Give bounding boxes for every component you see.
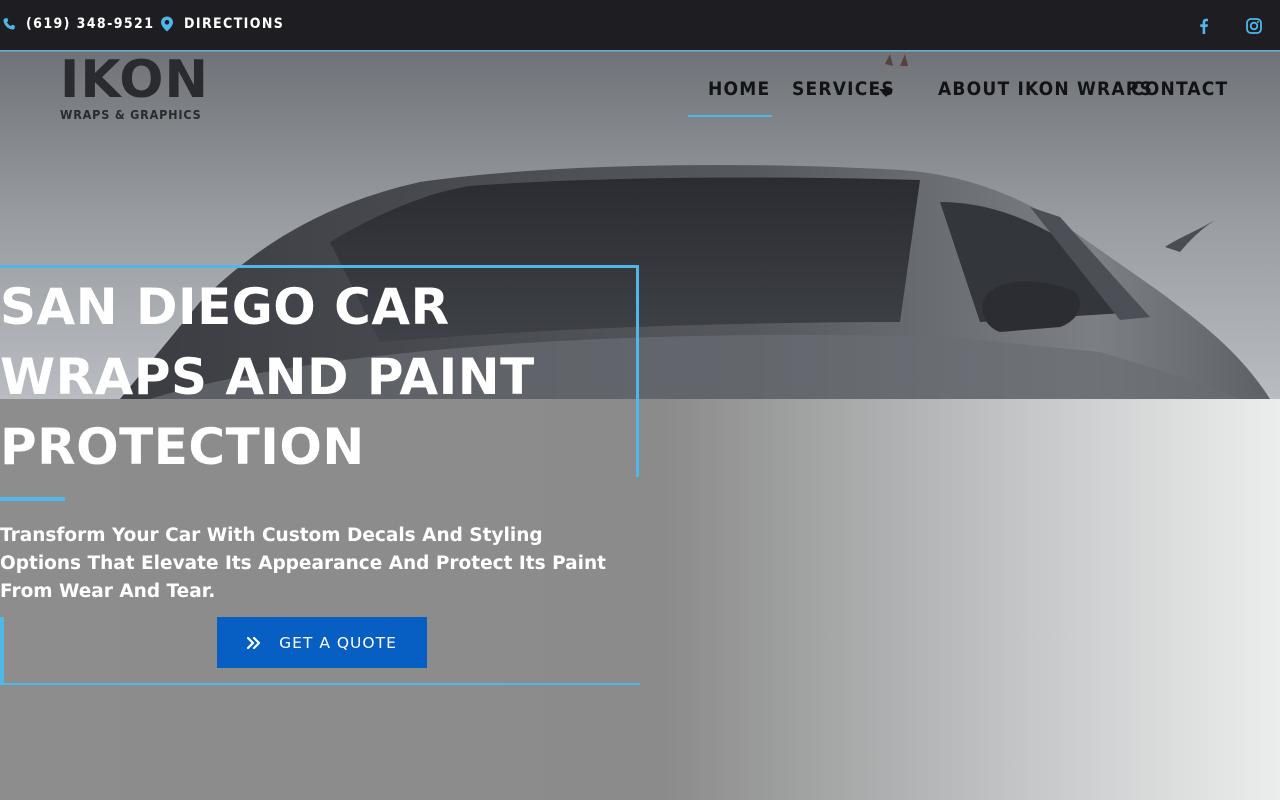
frame-left-border <box>0 617 4 685</box>
double-chevron-right-icon <box>247 636 261 649</box>
directions-link[interactable]: DIRECTIONS <box>160 16 284 32</box>
phone-number: (619) 348-9521 <box>26 16 155 32</box>
main-nav: HOME SERVICES ABOUT IKON WRAPS CONTACT <box>0 78 1280 118</box>
top-bar: (619) 348-9521 DIRECTIONS <box>0 0 1280 51</box>
nav-active-indicator <box>688 115 772 117</box>
hero-subtext: Transform Your Car With Custom Decals An… <box>0 525 606 602</box>
headline-line-3: PROTECTION <box>0 418 365 476</box>
phone-icon <box>3 18 15 30</box>
frame-top-border <box>0 265 639 268</box>
get-quote-label: GET A QUOTE <box>279 633 397 652</box>
nav-item-contact[interactable]: CONTACT <box>1131 78 1228 100</box>
get-quote-button[interactable]: GET A QUOTE <box>217 617 427 668</box>
nav-item-home[interactable]: HOME <box>708 78 770 100</box>
frame-bottom-border <box>0 683 640 685</box>
facebook-icon[interactable] <box>1195 17 1213 35</box>
chevron-down-icon[interactable] <box>879 89 893 97</box>
nav-item-about[interactable]: ABOUT IKON WRAPS <box>938 78 1153 100</box>
headline-line-1: SAN DIEGO CAR <box>0 278 450 336</box>
accent-divider <box>0 497 65 501</box>
phone-link[interactable]: (619) 348-9521 <box>2 16 154 32</box>
directions-label: DIRECTIONS <box>184 16 285 32</box>
map-pin-icon <box>161 16 173 32</box>
instagram-icon[interactable] <box>1245 17 1263 35</box>
headline-line-2: WRAPS AND PAINT <box>0 348 535 406</box>
hero-headline: SAN DIEGO CAR WRAPS AND PAINT PROTECTION <box>0 272 640 482</box>
